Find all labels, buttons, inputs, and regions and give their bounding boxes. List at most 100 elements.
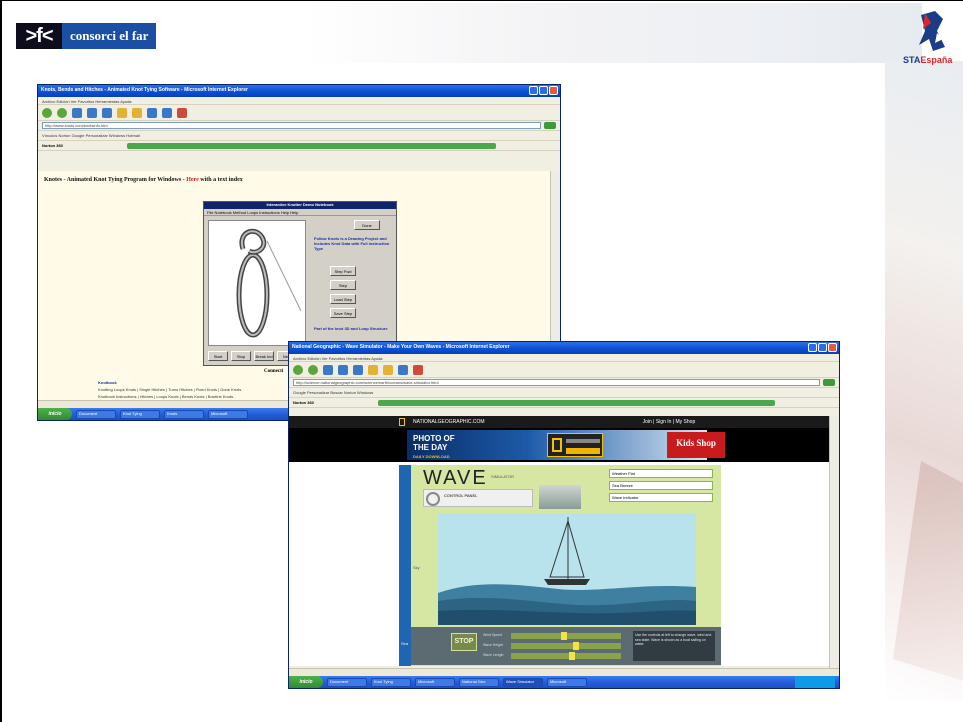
- favorites-icon[interactable]: [132, 107, 142, 118]
- load-step-button[interactable]: Load Step: [330, 294, 356, 304]
- wave-length-slider[interactable]: [511, 652, 621, 660]
- wave-control[interactable]: CONTROL PANEL: [423, 489, 533, 507]
- address-input[interactable]: http://science.nationalgeographic.com/sc…: [293, 379, 820, 386]
- heading-link[interactable]: Here: [186, 177, 199, 183]
- indicator-select[interactable]: Wave Indicator: [609, 493, 713, 502]
- wind-speed-slider[interactable]: [511, 632, 621, 640]
- kids-shop-banner[interactable]: Kids Shop: [667, 432, 725, 458]
- wave-scene: [438, 513, 696, 625]
- refresh-icon[interactable]: [87, 107, 97, 118]
- control-label: CONTROL PANEL: [444, 493, 478, 498]
- start-button[interactable]: Start: [208, 351, 228, 361]
- links-bar[interactable]: Google Personalizar Buscar Norton Window…: [289, 388, 839, 398]
- address-input[interactable]: http://www.knots.com/knotsinfo.htm: [42, 122, 541, 129]
- dialog-menu[interactable]: File Notebook Method Loops Instructions …: [204, 209, 396, 216]
- natgeo-body: WAVE SIMULATOR CONTROL PANEL Weather Fla…: [289, 462, 831, 666]
- taskbar-item[interactable]: Microsoft: [547, 677, 587, 687]
- step-fwd-button[interactable]: Step Fwd: [330, 266, 356, 276]
- home-icon[interactable]: [353, 364, 363, 375]
- dial-icon[interactable]: [426, 492, 440, 506]
- close-icon[interactable]: [828, 343, 837, 352]
- maximize-icon[interactable]: [539, 86, 548, 95]
- slide: >f< consorci el far STAEspaña Knots, Ben…: [0, 0, 963, 722]
- refresh-icon[interactable]: [338, 364, 348, 375]
- taskbar-item[interactable]: Knots: [164, 409, 204, 419]
- wave-info-box: Use the controls at left to change wave,…: [633, 631, 715, 661]
- taskbar-item[interactable]: Document: [76, 409, 116, 419]
- stop-button[interactable]: Stop: [231, 351, 251, 361]
- print-icon[interactable]: [177, 107, 187, 118]
- wave-height-slider[interactable]: [511, 642, 621, 650]
- break-button[interactable]: Break Ind: [254, 351, 274, 361]
- natgeo-account-links[interactable]: Join | Sign In | My Shop: [643, 419, 696, 425]
- back-icon[interactable]: [293, 364, 303, 375]
- natgeo-badge: [547, 433, 603, 457]
- wave-length-label: Wave Length: [483, 653, 504, 657]
- minimize-icon[interactable]: [808, 343, 817, 352]
- slider-handle[interactable]: [569, 652, 575, 660]
- mail-icon[interactable]: [162, 107, 172, 118]
- save-step-button[interactable]: Save Step: [330, 308, 356, 318]
- slider-handle[interactable]: [561, 632, 567, 640]
- history-icon[interactable]: [398, 364, 408, 375]
- knot-image: [236, 228, 302, 338]
- search-icon[interactable]: [368, 364, 378, 375]
- link-row[interactable]: Knotbook Instructions | Hitches | Loops …: [98, 394, 233, 399]
- window-titlebar[interactable]: Knots, Bends and Hitches - Animated Knot…: [38, 85, 560, 97]
- wind-speed-label: Wind Speed: [483, 633, 503, 637]
- forward-icon[interactable]: [308, 364, 318, 375]
- history-icon[interactable]: [147, 107, 157, 118]
- dialog-instructions: Follow Knots is a Drawing Project and In…: [314, 236, 390, 251]
- wave-thumbnail: [539, 485, 581, 509]
- taskbar-item[interactable]: Microsoft: [208, 409, 248, 419]
- wave-browser-window[interactable]: National Geographic - Wave Simulator - M…: [288, 341, 840, 689]
- weather-select[interactable]: Weather Flat: [609, 469, 713, 478]
- scrollbar[interactable]: [829, 416, 839, 668]
- go-button[interactable]: [544, 122, 556, 129]
- go-button[interactable]: [823, 379, 835, 386]
- maximize-icon[interactable]: [818, 343, 827, 352]
- sailboat-scene: [438, 517, 696, 625]
- stop-icon[interactable]: [72, 107, 82, 118]
- start-button[interactable]: inicio: [289, 676, 323, 688]
- stop-button[interactable]: STOP: [451, 633, 477, 651]
- taskbar-item-active[interactable]: Wave Simulator: [503, 677, 543, 687]
- menu-bar[interactable]: Archivo Edición Ver Favoritos Herramient…: [38, 97, 560, 105]
- norton-status-bar: [126, 142, 496, 149]
- natgeo-frame-icon: [552, 438, 562, 452]
- home-icon[interactable]: [102, 107, 112, 118]
- link-row[interactable]: Knotting Loops Knots | Single Hitches | …: [98, 387, 241, 392]
- taskbar-item[interactable]: Knot Tying: [371, 677, 411, 687]
- start-button[interactable]: inicio: [38, 408, 72, 420]
- favorites-icon[interactable]: [383, 364, 393, 375]
- wave-simulator: WAVE SIMULATOR CONTROL PANEL Weather Fla…: [399, 465, 721, 666]
- taskbar-item[interactable]: Knot Tying: [120, 409, 160, 419]
- menu-bar[interactable]: Archivo Edición Ver Favoritos Herramient…: [289, 354, 839, 362]
- natgeo-logo-icon: [399, 418, 405, 426]
- photo-of-day-banner[interactable]: PHOTO OF THE DAY DAILY DOWNLOAD: [407, 430, 707, 460]
- print-icon[interactable]: [413, 364, 423, 375]
- browser-toolbar: [289, 362, 839, 378]
- window-titlebar[interactable]: National Geographic - Wave Simulator - M…: [289, 342, 839, 354]
- stop-icon[interactable]: [323, 364, 333, 375]
- norton-label: Norton 360: [293, 400, 314, 405]
- back-icon[interactable]: [42, 107, 52, 118]
- minimize-icon[interactable]: [529, 86, 538, 95]
- forward-icon[interactable]: [57, 107, 67, 118]
- step-button[interactable]: Step: [330, 280, 356, 290]
- sail-graphic: [893, 461, 963, 681]
- address-row: http://science.nationalgeographic.com/sc…: [289, 378, 839, 388]
- system-tray[interactable]: [795, 676, 835, 688]
- taskbar-item[interactable]: Microsoft: [415, 677, 455, 687]
- logo-mark: >f<: [16, 23, 62, 49]
- taskbar-item[interactable]: National Geo: [459, 677, 499, 687]
- search-icon[interactable]: [117, 107, 127, 118]
- done-button[interactable]: Done: [354, 220, 380, 230]
- breeze-select[interactable]: Sea Breeze: [609, 481, 713, 490]
- top-background: [302, 3, 922, 63]
- links-bar[interactable]: Vínculos Norton Google Personalizar Wind…: [38, 131, 560, 141]
- natgeo-site-name[interactable]: NATIONALGEOGRAPHIC.COM: [413, 419, 485, 425]
- close-icon[interactable]: [549, 86, 558, 95]
- taskbar-item[interactable]: Document: [327, 677, 367, 687]
- slider-handle[interactable]: [573, 642, 579, 650]
